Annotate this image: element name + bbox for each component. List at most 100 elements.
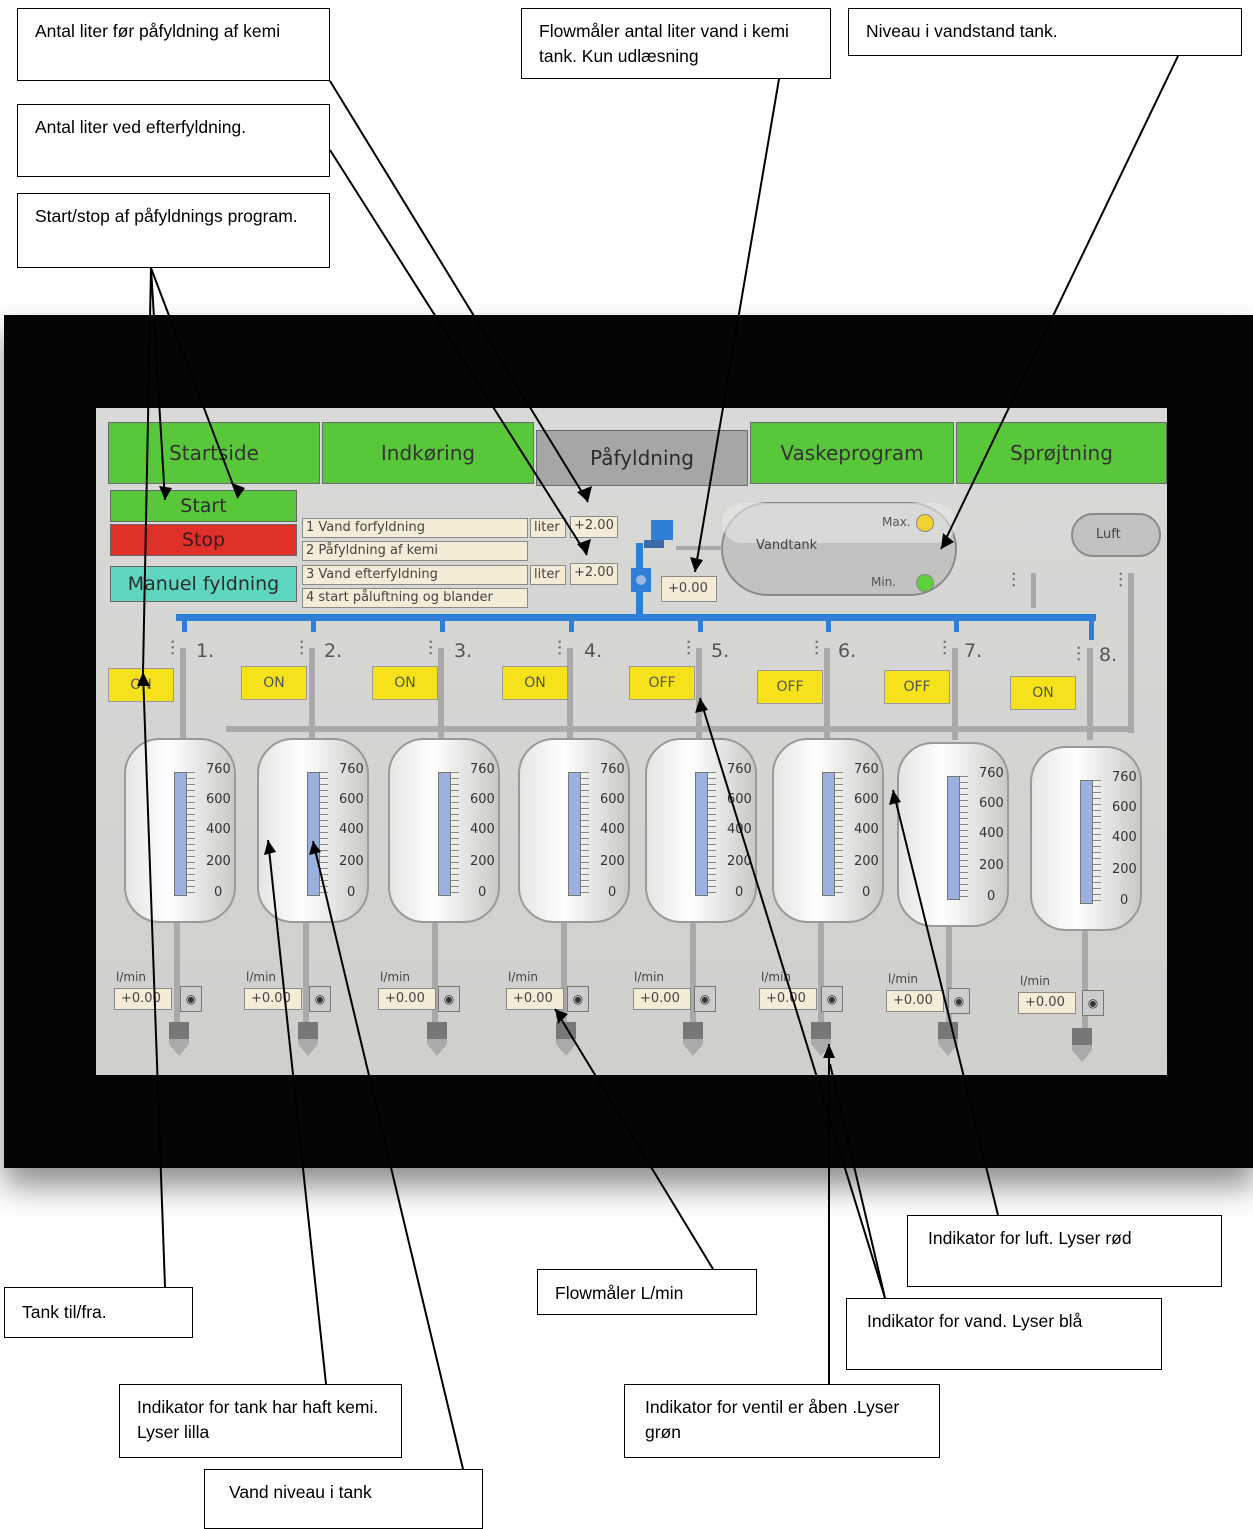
- scale-label: 760: [979, 766, 1004, 781]
- water-tank-max-label: Max.: [882, 515, 911, 529]
- tank-5: 760 600 400 200 0: [645, 738, 757, 923]
- valve-icon: ⫶: [942, 636, 947, 660]
- scale-label: 400: [727, 822, 752, 837]
- scale-label: 400: [854, 822, 879, 837]
- tank-8: 760 600 400 200 0: [1030, 746, 1142, 931]
- tank-number: 2.: [324, 640, 343, 662]
- tank-number: 3.: [454, 640, 473, 662]
- water-tank-min-label: Min.: [871, 575, 897, 589]
- scale-label: 400: [600, 822, 625, 837]
- water-tank-label: Vandtank: [756, 538, 818, 553]
- scale-label: 0: [608, 885, 617, 900]
- level-gauge: [307, 772, 320, 896]
- flow-unit: l/min: [888, 972, 919, 986]
- scale-label: 600: [470, 792, 495, 807]
- scale-label: 600: [339, 792, 364, 807]
- tank-2: 760 600 400 200 0: [257, 738, 369, 923]
- scale-label: 200: [339, 854, 364, 869]
- tank-number: 7.: [964, 640, 983, 662]
- flow-unit: l/min: [1020, 974, 1051, 988]
- tank-1-onoff-button[interactable]: ON: [108, 668, 174, 702]
- tank-4: 760 600 400 200 0: [518, 738, 630, 923]
- chem-tank-flow-readout: +0.00: [661, 576, 717, 602]
- valve-icon: ⫶: [170, 636, 175, 660]
- valve-icon: ⫶: [686, 636, 691, 660]
- tank-7-onoff-button[interactable]: OFF: [884, 670, 950, 704]
- callout-tank-onoff: Tank til/fra.: [4, 1287, 193, 1338]
- scale-label: 0: [735, 885, 744, 900]
- tank-7-flow-readout: +0.00: [886, 990, 944, 1012]
- tank-3: 760 600 400 200 0: [388, 738, 500, 923]
- valve-icon: ⫶: [299, 636, 304, 660]
- tank-7: 760 600 400 200 0: [897, 742, 1009, 927]
- scale-label: 400: [339, 822, 364, 837]
- flowmeter-icon: ◉: [821, 986, 843, 1012]
- callout-start-stop: Start/stop af påfyldnings program.: [17, 193, 330, 268]
- flow-unit: l/min: [246, 970, 277, 984]
- hmi-screen: Startside Indkøring Påfyldning Vaskeprog…: [96, 408, 1167, 1075]
- tank-3-flow-readout: +0.00: [378, 988, 436, 1010]
- callout-air-indicator: Indikator for luft. Lyser rød: [907, 1215, 1222, 1287]
- flowmeter-icon: ◉: [567, 986, 589, 1012]
- scale-label: 760: [600, 762, 625, 777]
- tank-number: 5.: [711, 640, 730, 662]
- scale-label: 0: [1120, 893, 1129, 908]
- scale-label: 400: [979, 826, 1004, 841]
- valve-icon: ⫶: [1076, 642, 1081, 666]
- min-level-indicator: [916, 574, 934, 592]
- level-gauge: [1080, 780, 1093, 904]
- scale-label: 600: [206, 792, 231, 807]
- tank-2-flow-readout: +0.00: [244, 988, 302, 1010]
- scale-label: 760: [339, 762, 364, 777]
- callout-flowmeter-chem-tank: Flowmåler antal liter vand i kemi tank. …: [521, 8, 831, 79]
- scale-label: 400: [1112, 830, 1137, 845]
- scale-label: 600: [979, 796, 1004, 811]
- scale-label: 760: [854, 762, 879, 777]
- callout-water-level-tank: Niveau i vandstand tank.: [848, 8, 1242, 56]
- flowmeter-icon: ◉: [948, 988, 970, 1014]
- scale-label: 600: [1112, 800, 1137, 815]
- tank-6-onoff-button[interactable]: OFF: [757, 670, 823, 704]
- callout-chem-indicator: Indikator for tank har haft kemi. Lyser …: [119, 1384, 402, 1458]
- callout-liters-refill: Antal liter ved efterfyldning.: [17, 104, 330, 177]
- callout-tank-water-level: Vand niveau i tank: [204, 1469, 483, 1529]
- scale-label: 0: [478, 885, 487, 900]
- tank-number: 1.: [196, 640, 215, 662]
- level-gauge: [822, 772, 835, 896]
- callout-valve-indicator: Indikator for ventil er åben .Lyser grøn: [624, 1384, 940, 1458]
- level-gauge: [438, 772, 451, 896]
- max-level-indicator: [916, 514, 934, 532]
- flowmeter-icon: ◉: [309, 986, 331, 1012]
- scale-label: 600: [600, 792, 625, 807]
- tank-5-onoff-button[interactable]: OFF: [629, 666, 695, 700]
- valve-icon: ⫶: [428, 636, 433, 660]
- callout-flowmeter-lmin: Flowmåler L/min: [537, 1269, 757, 1315]
- scale-label: 200: [979, 858, 1004, 873]
- scale-label: 760: [470, 762, 495, 777]
- tank-8-onoff-button[interactable]: ON: [1010, 676, 1076, 710]
- tank-number: 6.: [838, 640, 857, 662]
- pump-icon: [651, 520, 673, 540]
- flow-unit: l/min: [761, 970, 792, 984]
- scale-label: 200: [854, 854, 879, 869]
- valve-icon: ⫶: [814, 636, 819, 660]
- flowmeter-icon: ◉: [438, 986, 460, 1012]
- tank-2-onoff-button[interactable]: ON: [241, 666, 307, 700]
- scale-label: 0: [214, 885, 223, 900]
- scale-label: 200: [600, 854, 625, 869]
- tank-3-onoff-button[interactable]: ON: [372, 666, 438, 700]
- scale-label: 0: [987, 889, 996, 904]
- level-gauge: [174, 772, 187, 896]
- tank-5-flow-readout: +0.00: [633, 988, 691, 1010]
- scale-label: 200: [470, 854, 495, 869]
- flow-unit: l/min: [380, 970, 411, 984]
- tank-4-onoff-button[interactable]: ON: [502, 666, 568, 700]
- scale-label: 200: [1112, 862, 1137, 877]
- tank-8-flow-readout: +0.00: [1018, 992, 1076, 1014]
- valve-icon: ⫶: [557, 636, 562, 660]
- flowmeter-icon: ◉: [180, 986, 202, 1012]
- tank-4-flow-readout: +0.00: [506, 988, 564, 1010]
- tank-number: 4.: [584, 640, 603, 662]
- flow-unit: l/min: [116, 970, 147, 984]
- valve-icon: ⫶: [1011, 568, 1016, 592]
